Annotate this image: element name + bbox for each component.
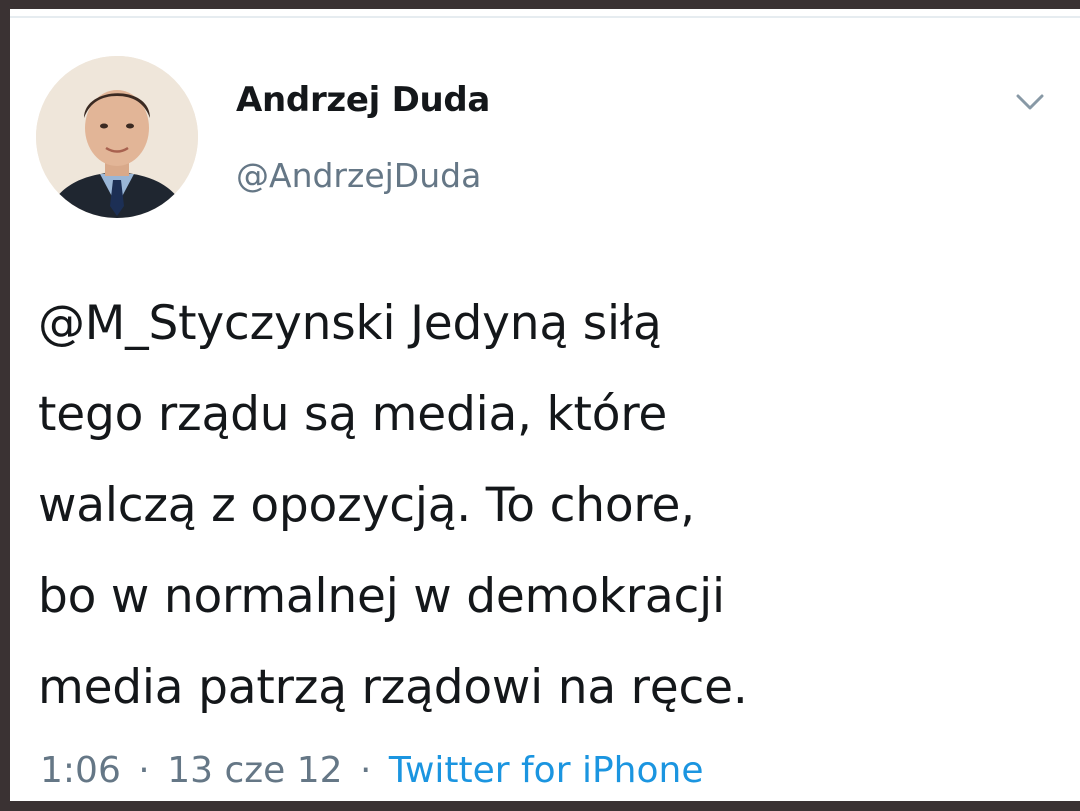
tweet-source-link[interactable]: Twitter for iPhone	[389, 750, 704, 791]
chevron-down-icon[interactable]	[1010, 84, 1050, 118]
meta-separator: ·	[138, 750, 150, 791]
tweet-date[interactable]: 13 cze 12	[167, 750, 342, 791]
author-display-name[interactable]: Andrzej Duda	[236, 80, 490, 120]
tweet-text-line: @M_Styczynski Jedyną siłą	[38, 296, 662, 351]
tweet-meta: 1:06 · 13 cze 12 · Twitter for iPhone	[40, 750, 703, 791]
tweet-time[interactable]: 1:06	[40, 750, 121, 791]
tweet-text-line: tego rządu są media, które	[38, 387, 668, 442]
tweet-text-line: bo w normalnej w demokracji	[38, 569, 725, 624]
avatar-portrait-image	[36, 56, 198, 218]
author-handle[interactable]: @AndrzejDuda	[236, 156, 481, 195]
avatar[interactable]	[36, 56, 198, 218]
frame-bottom-border	[0, 801, 1080, 811]
frame-top-border	[0, 0, 1080, 9]
tweet-text-line: walczą z opozycją. To chore,	[38, 478, 695, 533]
meta-separator: ·	[360, 750, 372, 791]
tweet-card: Andrzej Duda @AndrzejDuda @M_Styczynski …	[10, 18, 1080, 801]
tweet-text-line: media patrzą rządowi na ręce.	[38, 660, 748, 715]
frame-left-border	[0, 0, 10, 811]
tweet-text: @M_Styczynski Jedyną siłą tego rządu są …	[38, 278, 1038, 733]
